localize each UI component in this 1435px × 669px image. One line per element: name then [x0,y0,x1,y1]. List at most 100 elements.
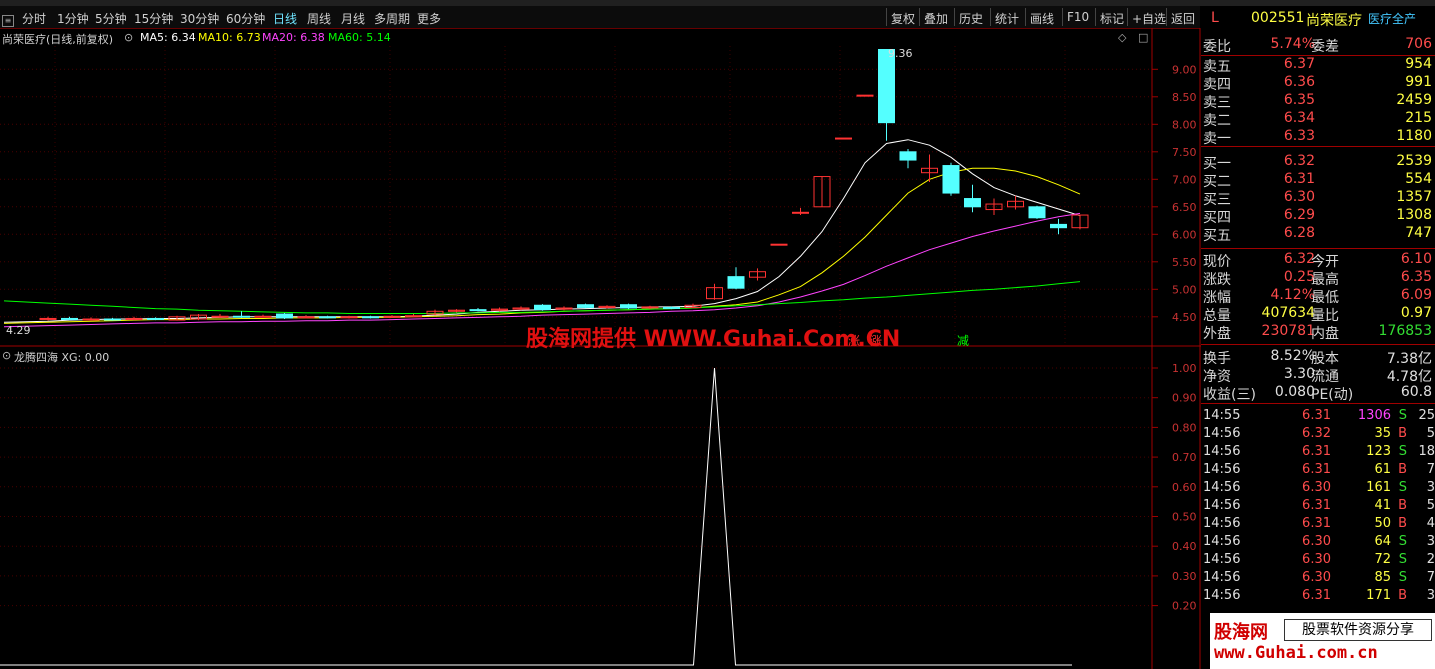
stats-row: 现价 6.32 今开 6.10 [1201,251,1435,270]
period-tab[interactable]: 1分钟 [57,10,89,27]
stats-row: 涨幅 4.12% 最低 6.09 [1201,287,1435,306]
tick-row: 14:55 6.31 1306 S 25 [1201,408,1435,426]
bid-price: 6.28 [1283,225,1315,241]
toolbar-button[interactable]: 复权 [886,8,919,26]
bid-row: 买一 6.32 2539 [1201,153,1435,172]
period-tab[interactable]: 30分钟 [180,10,219,27]
tick-time: 14:56 [1203,552,1241,567]
tick-time: 14:56 [1203,426,1241,441]
ask-price: 6.34 [1283,110,1315,126]
toolbar-button[interactable]: 标记 [1095,8,1128,26]
ma5-label: MA5: 6.34 [140,31,196,44]
toolbar-button[interactable]: 统计 [990,8,1023,26]
tick-row: 14:56 6.32 35 B 5 [1201,426,1435,444]
ask-row: 卖三 6.35 2459 [1201,92,1435,111]
fund-label: 换手 [1203,351,1231,367]
candle-body [104,318,121,321]
period-tab[interactable]: 60分钟 [226,10,265,27]
candle-body [899,151,917,161]
bid-label: 买二 [1203,174,1231,190]
expand-icon[interactable]: ◇ [1118,31,1126,44]
candle-body [61,317,78,320]
divider [1201,248,1435,249]
candle-body [276,313,293,319]
candle-body [82,318,100,321]
candle-body [1028,206,1046,219]
bid-price: 6.29 [1283,207,1315,223]
period-tab[interactable]: 5分钟 [95,10,127,27]
ma20-label: MA20: 6.38 [262,31,325,44]
period-tab[interactable]: 15分钟 [134,10,173,27]
stat-label: 量比 [1311,308,1339,324]
brand-logo: 股海网 股票软件资源分享 www.Guhai.com.cn [1210,613,1435,669]
tick-side: S [1398,408,1407,423]
toolbar-button[interactable]: +自选 [1127,8,1170,26]
toolbar-button[interactable]: F10 [1062,8,1093,26]
tick-row: 14:56 6.31 41 B 5 [1201,498,1435,516]
period-tab[interactable]: 周线 [307,10,331,27]
candle-body [211,315,229,318]
fundamental-row: 净资 3.30 流通 4.78亿 [1201,366,1435,385]
toolbar-button[interactable]: 历史 [954,8,987,26]
period-tab[interactable]: 更多 [417,10,441,27]
fund-label: 净资 [1203,369,1231,385]
candle-body [727,276,745,289]
toolbar-button[interactable]: 叠加 [919,8,952,26]
price-tick-label: 6.50 [1172,201,1197,214]
fund-value: 4.78亿 [1386,369,1432,385]
fundamental-row: 换手 8.52% 股本 7.38亿 [1201,348,1435,367]
settings-icon[interactable]: ⊙ [124,31,133,44]
tick-side: B [1398,498,1407,513]
period-tab[interactable]: 日线 [273,10,297,27]
ask-row: 卖五 6.37 954 [1201,56,1435,75]
bid-volume: 554 [1405,171,1432,187]
tick-count: 18 [1418,444,1435,459]
tick-count: 3 [1426,480,1435,495]
low-price-label: 4.29 [6,324,31,337]
ask-label: 卖一 [1203,131,1231,147]
bid-label: 买三 [1203,192,1231,208]
tick-volume: 85 [1374,570,1391,585]
tick-side: S [1398,570,1407,585]
tick-time: 14:55 [1203,408,1241,423]
ask-label: 卖四 [1203,77,1231,93]
tick-volume: 50 [1374,516,1391,531]
candle-body [362,316,379,319]
ma10-line [3,167,1081,324]
tick-price: 6.31 [1302,444,1331,459]
tick-side: B [1398,462,1407,477]
ma10-label: MA10: 6.73 [198,31,261,44]
indicator-settings-icon[interactable]: ⊙ [2,349,11,362]
bid-label: 买四 [1203,210,1231,226]
stat-value: 176853 [1378,323,1432,339]
tick-side: S [1398,444,1407,459]
menu-icon[interactable]: ≡ [2,15,14,27]
tick-time: 14:56 [1203,480,1241,495]
tick-time: 14:56 [1203,588,1241,603]
stat-value: 407634 [1261,305,1315,321]
tick-count: 2 [1426,552,1435,567]
ma60-label: MA60: 5.14 [328,31,391,44]
close-icon[interactable]: □ [1138,31,1148,44]
tick-price: 6.31 [1302,462,1331,477]
price-tick-label: 4.50 [1172,311,1197,324]
price-tick-label: 8.50 [1172,91,1197,104]
candle-body [835,137,852,140]
fund-value: 60.8 [1400,384,1432,400]
period-tab[interactable]: 月线 [341,10,365,27]
period-tab[interactable]: 分时 [22,10,46,27]
candle-body [297,316,315,319]
period-tab[interactable]: 多周期 [374,10,410,27]
stats-row: 总量 407634 量比 0.97 [1201,305,1435,324]
tick-time: 14:56 [1203,462,1241,477]
sector-badge: 医疗全产 [1368,12,1417,26]
tick-price: 6.31 [1302,516,1331,531]
toolbar-button[interactable]: 画线 [1025,8,1058,26]
toolbar-button[interactable]: 返回 [1166,8,1199,26]
candle-body [1050,223,1067,229]
order-ratio: 5.74% [1270,36,1315,52]
tick-count: 5 [1426,426,1435,441]
stat-label: 涨幅 [1203,290,1231,306]
tick-count: 3 [1426,534,1435,549]
ask-row: 卖四 6.36 991 [1201,74,1435,93]
